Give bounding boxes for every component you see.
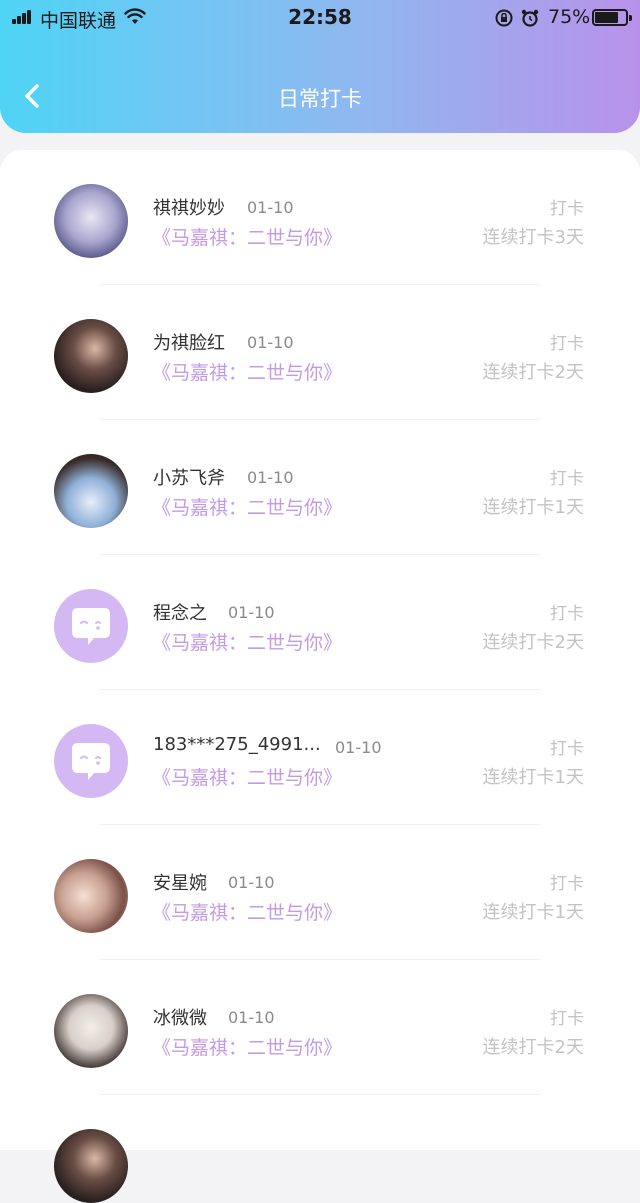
alarm-icon: [521, 9, 539, 27]
checkin-action[interactable]: 打卡: [550, 869, 584, 894]
checkin-date: 01-10: [247, 198, 294, 217]
checkin-action[interactable]: 打卡: [550, 329, 584, 354]
default-avatar-chat-icon[interactable]: [54, 724, 128, 798]
avatar[interactable]: [54, 319, 128, 393]
default-avatar-chat-icon[interactable]: [54, 589, 128, 663]
streak-label: 连续打卡2天: [482, 632, 584, 653]
checkin-action[interactable]: 打卡: [550, 1004, 584, 1029]
streak-label: 连续打卡1天: [482, 767, 584, 788]
checkin-action[interactable]: 打卡: [550, 599, 584, 624]
topic-title: 《马嘉祺：二世与你》: [152, 227, 343, 249]
streak-label: 连续打卡2天: [482, 1037, 584, 1058]
list-item[interactable]: 小苏飞斧 01-10 《马嘉祺：二世与你》 打卡连续打卡1天: [0, 420, 640, 555]
user-name: 小苏飞斧: [153, 468, 225, 489]
user-name: 183***275_4991...: [153, 734, 321, 755]
avatar[interactable]: [54, 994, 128, 1068]
user-name: 祺祺妙妙: [153, 198, 225, 219]
checkin-date: 01-10: [228, 603, 275, 622]
checkin-date: 01-10: [247, 468, 294, 487]
avatar[interactable]: [54, 1129, 128, 1203]
streak-label: 连续打卡2天: [482, 362, 584, 383]
list-item[interactable]: 183***275_4991... 01-10 《马嘉祺：二世与你》 打卡连续打卡1天: [0, 690, 640, 825]
list-item[interactable]: 安星婉 01-10 《马嘉祺：二世与你》 打卡连续打卡1天: [0, 825, 640, 960]
streak-label: 连续打卡1天: [482, 497, 584, 518]
battery-percent: 75%: [548, 6, 591, 28]
row-divider: [100, 1094, 540, 1095]
list-item[interactable]: 为祺脸红 01-10 《马嘉祺：二世与你》 打卡连续打卡2天: [0, 285, 640, 420]
topic-title: 《马嘉祺：二世与你》: [152, 497, 343, 519]
checkin-action[interactable]: 打卡: [550, 194, 584, 219]
topic-title: 《马嘉祺：二世与你》: [152, 902, 343, 924]
user-name: 冰微微: [153, 1008, 207, 1029]
list-item[interactable]: 冰微微 01-10 《马嘉祺：二世与你》 打卡连续打卡2天: [0, 960, 640, 1095]
topic-title: 《马嘉祺：二世与你》: [152, 362, 343, 384]
checkin-date: 01-10: [228, 1008, 275, 1027]
checkin-list: 祺祺妙妙 01-10 《马嘉祺：二世与你》 打卡 连续打卡3天 为祺脸红 01-10 《马嘉祺…: [0, 150, 640, 1203]
user-name: 程念之: [153, 603, 207, 624]
checkin-date: 01-10: [228, 873, 275, 892]
topic-title: 《马嘉祺：二世与你》: [152, 1037, 343, 1059]
topic-title: 《马嘉祺：二世与你》: [152, 632, 343, 654]
checkin-date: 01-10: [247, 333, 294, 352]
battery-icon: [592, 9, 632, 26]
status-bar: 中国联通 22:58 75%: [0, 0, 640, 34]
avatar[interactable]: [54, 184, 128, 258]
battery-fill: [595, 12, 618, 23]
rotation-lock-icon: [495, 9, 513, 27]
checkin-action[interactable]: 打卡: [550, 734, 584, 759]
page-title: 日常打卡: [278, 87, 362, 111]
avatar[interactable]: [54, 454, 128, 528]
streak-label: 连续打卡3天: [482, 227, 584, 248]
topic-title: 《马嘉祺：二世与你》: [152, 767, 343, 789]
user-name: 安星婉: [153, 873, 207, 894]
streak-label: 连续打卡1天: [482, 902, 584, 923]
list-item[interactable]: 程念之 01-10 《马嘉祺：二世与你》 打卡连续打卡2天: [0, 555, 640, 690]
checkin-action[interactable]: 打卡: [550, 464, 584, 489]
checkin-date: 01-10: [335, 738, 382, 757]
user-name: 为祺脸红: [153, 333, 225, 354]
avatar[interactable]: [54, 859, 128, 933]
header-bar: 中国联通 22:58 75% 日常打卡: [0, 0, 640, 133]
status-time: 22:58: [288, 5, 352, 29]
list-item[interactable]: 祺祺妙妙 01-10 《马嘉祺：二世与你》 打卡连续打卡3天: [0, 150, 640, 285]
